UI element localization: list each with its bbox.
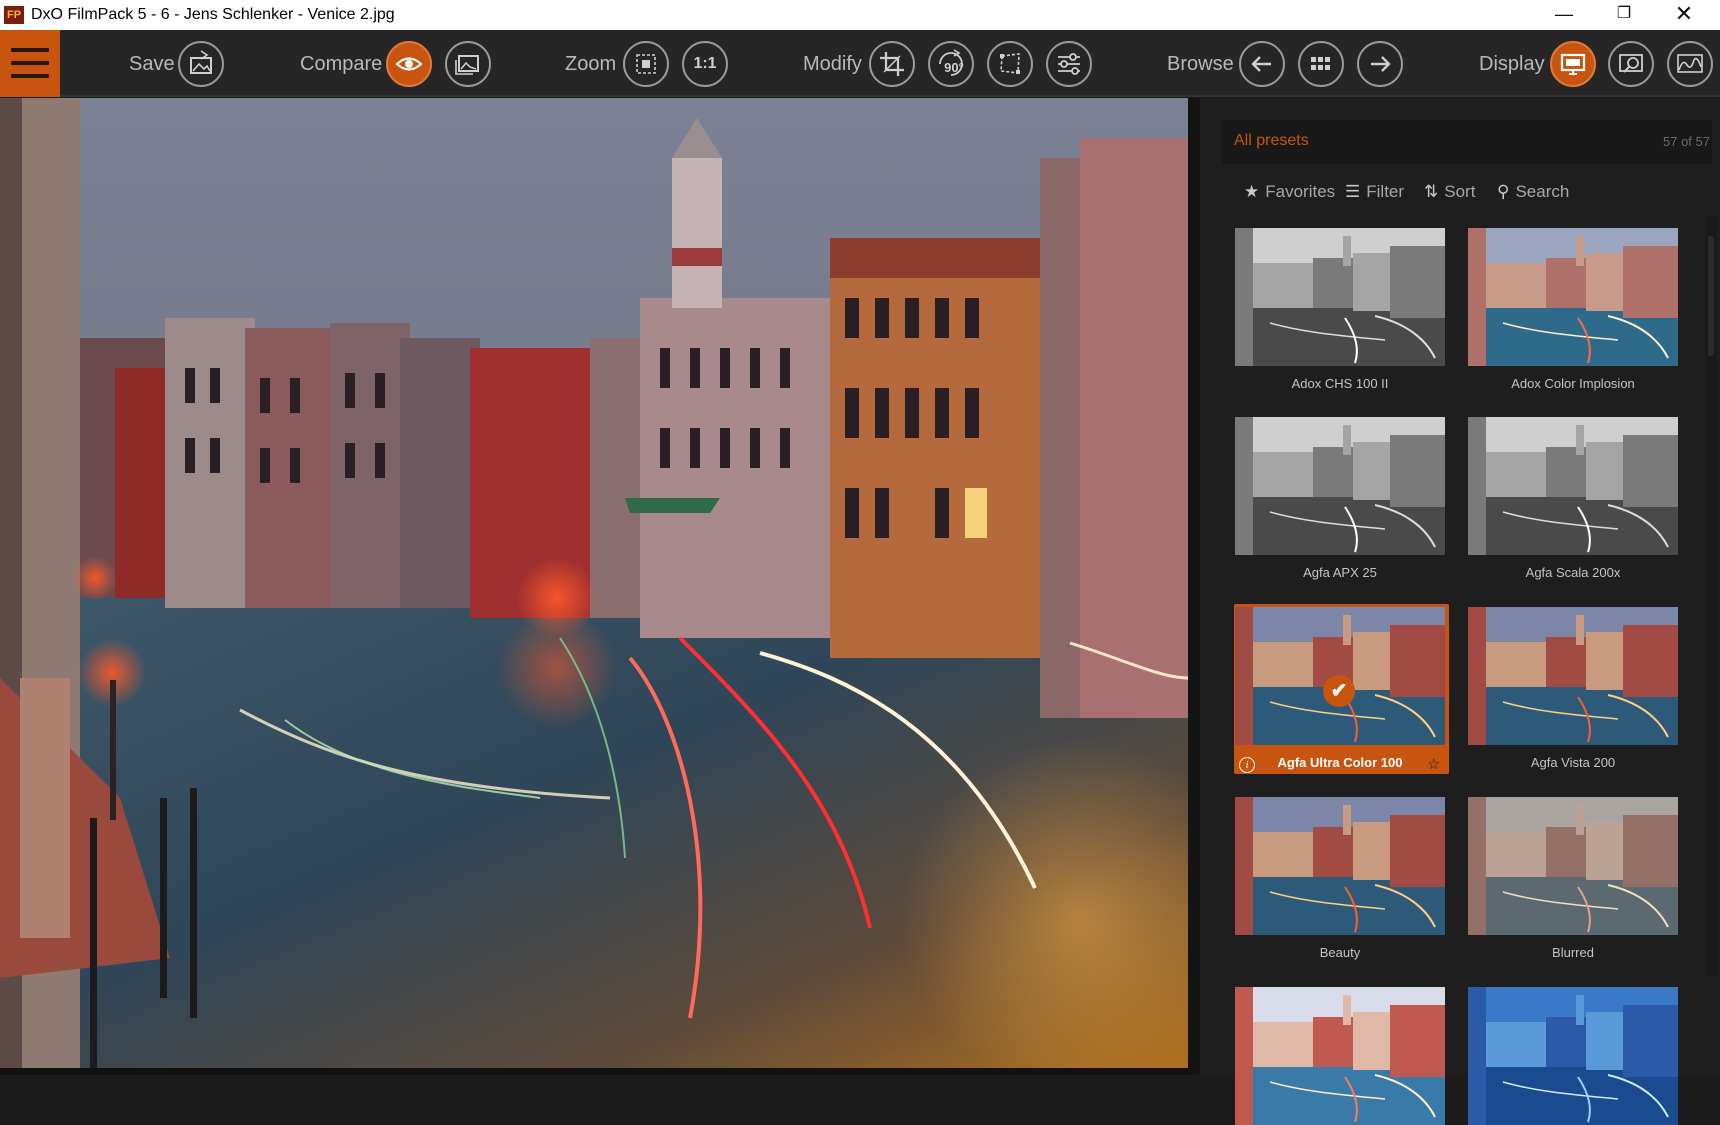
main-photo-viewer[interactable] <box>0 98 1188 1070</box>
window-title: DxO FilmPack 5 - 6 - Jens Schlenker - Ve… <box>31 6 395 23</box>
preset-thumbnail[interactable] <box>1468 417 1678 555</box>
next-image-button[interactable] <box>1357 41 1403 87</box>
sliders-icon <box>1058 53 1080 75</box>
perspective-icon <box>1000 53 1020 74</box>
preset-thumbnail[interactable] <box>1235 228 1445 366</box>
rotate-button[interactable]: 90° <box>928 41 974 87</box>
preset-preview-image <box>1468 417 1678 555</box>
modify-label: Modify <box>803 53 862 75</box>
zoom-label: Zoom <box>565 53 617 75</box>
preset-scrollbar-thumb[interactable] <box>1708 236 1714 356</box>
preset-thumbnail[interactable] <box>1468 228 1678 366</box>
title-bar: FP DxO FilmPack 5 - 6 - Jens Schlenker -… <box>0 0 1720 30</box>
minimize-button[interactable]: — <box>1534 0 1594 30</box>
filter-button[interactable]: ☰ Filter <box>1345 182 1404 202</box>
preset-label: Agfa Vista 200 <box>1530 755 1616 770</box>
preset-label: Agfa Ultra Color 100 <box>1277 755 1403 770</box>
presets-header[interactable]: All presets 57 of 57 <box>1222 120 1712 164</box>
preset-thumbnail[interactable] <box>1235 797 1445 935</box>
restore-button[interactable]: ❐ <box>1594 0 1654 30</box>
adjustments-button[interactable] <box>1046 41 1092 87</box>
preset-label: Adox CHS 100 II <box>1291 376 1389 391</box>
compare-eye-button[interactable] <box>386 41 432 87</box>
display-label: Display <box>1479 53 1545 75</box>
previous-image-button[interactable] <box>1239 41 1285 87</box>
preset-preview-image <box>1468 987 1678 1125</box>
close-button[interactable]: ✕ <box>1654 0 1714 30</box>
star-icon: ★ <box>1244 182 1260 201</box>
preset-preview-image <box>1235 228 1445 366</box>
preset-thumbnail[interactable] <box>1468 607 1678 745</box>
histogram-button[interactable] <box>1667 41 1713 87</box>
sort-button[interactable]: ⇅ Sort <box>1424 182 1475 202</box>
preset-label: Beauty <box>1319 945 1361 960</box>
search-button[interactable]: ⚲ Search <box>1497 182 1569 202</box>
zoom-100-button[interactable]: 1:1 <box>682 41 728 87</box>
histogram-icon <box>1677 54 1703 73</box>
app-icon: FP <box>4 6 24 24</box>
crop-icon <box>880 52 904 76</box>
main-toolbar: Save Compare Zoom 1:1 Modify 90° Browse … <box>0 30 1720 97</box>
loupe-icon <box>1619 54 1643 73</box>
list-icon: ☰ <box>1345 182 1361 201</box>
preset-preview-image <box>1235 987 1445 1125</box>
preset-thumbnail[interactable] <box>1235 987 1445 1125</box>
compare-split-button[interactable] <box>445 41 491 87</box>
export-image-icon <box>190 50 212 74</box>
monitor-icon <box>1560 53 1586 75</box>
save-label: Save <box>129 53 175 75</box>
preset-preview-image <box>1235 417 1445 555</box>
hamburger-icon <box>11 48 49 52</box>
preset-preview-image <box>1468 228 1678 366</box>
images-icon <box>455 55 479 75</box>
check-icon: ✔ <box>1323 675 1355 707</box>
arrow-right-icon <box>1371 56 1391 72</box>
grid-icon <box>1311 57 1330 70</box>
preset-label: Agfa Scala 200x <box>1525 565 1621 580</box>
perspective-button[interactable] <box>987 41 1033 87</box>
compare-label: Compare <box>300 53 383 75</box>
arrow-left-icon <box>1251 56 1271 72</box>
zoom-fit-button[interactable] <box>623 41 669 87</box>
save-button[interactable] <box>178 41 224 87</box>
preset-label: Agfa APX 25 <box>1303 565 1377 580</box>
preset-preview-image <box>1235 797 1445 935</box>
preset-label: Adox Color Implosion <box>1511 376 1635 391</box>
display-fullscreen-button[interactable] <box>1550 41 1596 87</box>
browse-label: Browse <box>1167 53 1234 75</box>
zoom-fit-icon <box>636 54 656 74</box>
crop-button[interactable] <box>869 41 915 87</box>
all-presets-dropdown[interactable]: All presets <box>1234 132 1309 150</box>
favorites-button[interactable]: ★ Favorites <box>1244 182 1335 202</box>
venice-canal-photo <box>0 98 1188 1070</box>
preset-preview-image <box>1468 607 1678 745</box>
loupe-button[interactable] <box>1608 41 1654 87</box>
search-icon: ⚲ <box>1497 182 1510 201</box>
preset-count: 57 of 57 <box>1663 134 1710 149</box>
grid-view-button[interactable] <box>1298 41 1344 87</box>
sort-icon: ⇅ <box>1424 182 1439 201</box>
preset-thumbnail[interactable] <box>1468 797 1678 935</box>
preset-thumbnail[interactable]: ✔ <box>1235 607 1445 745</box>
favorite-star-icon[interactable]: ☆ <box>1427 755 1440 773</box>
menu-button[interactable] <box>0 30 60 97</box>
info-icon[interactable]: i <box>1239 757 1255 773</box>
preset-preview-image <box>1468 797 1678 935</box>
preset-thumbnail[interactable] <box>1468 987 1678 1125</box>
eye-icon <box>395 57 423 71</box>
preset-thumbnail[interactable] <box>1235 417 1445 555</box>
preset-label: Blurred <box>1552 945 1594 960</box>
